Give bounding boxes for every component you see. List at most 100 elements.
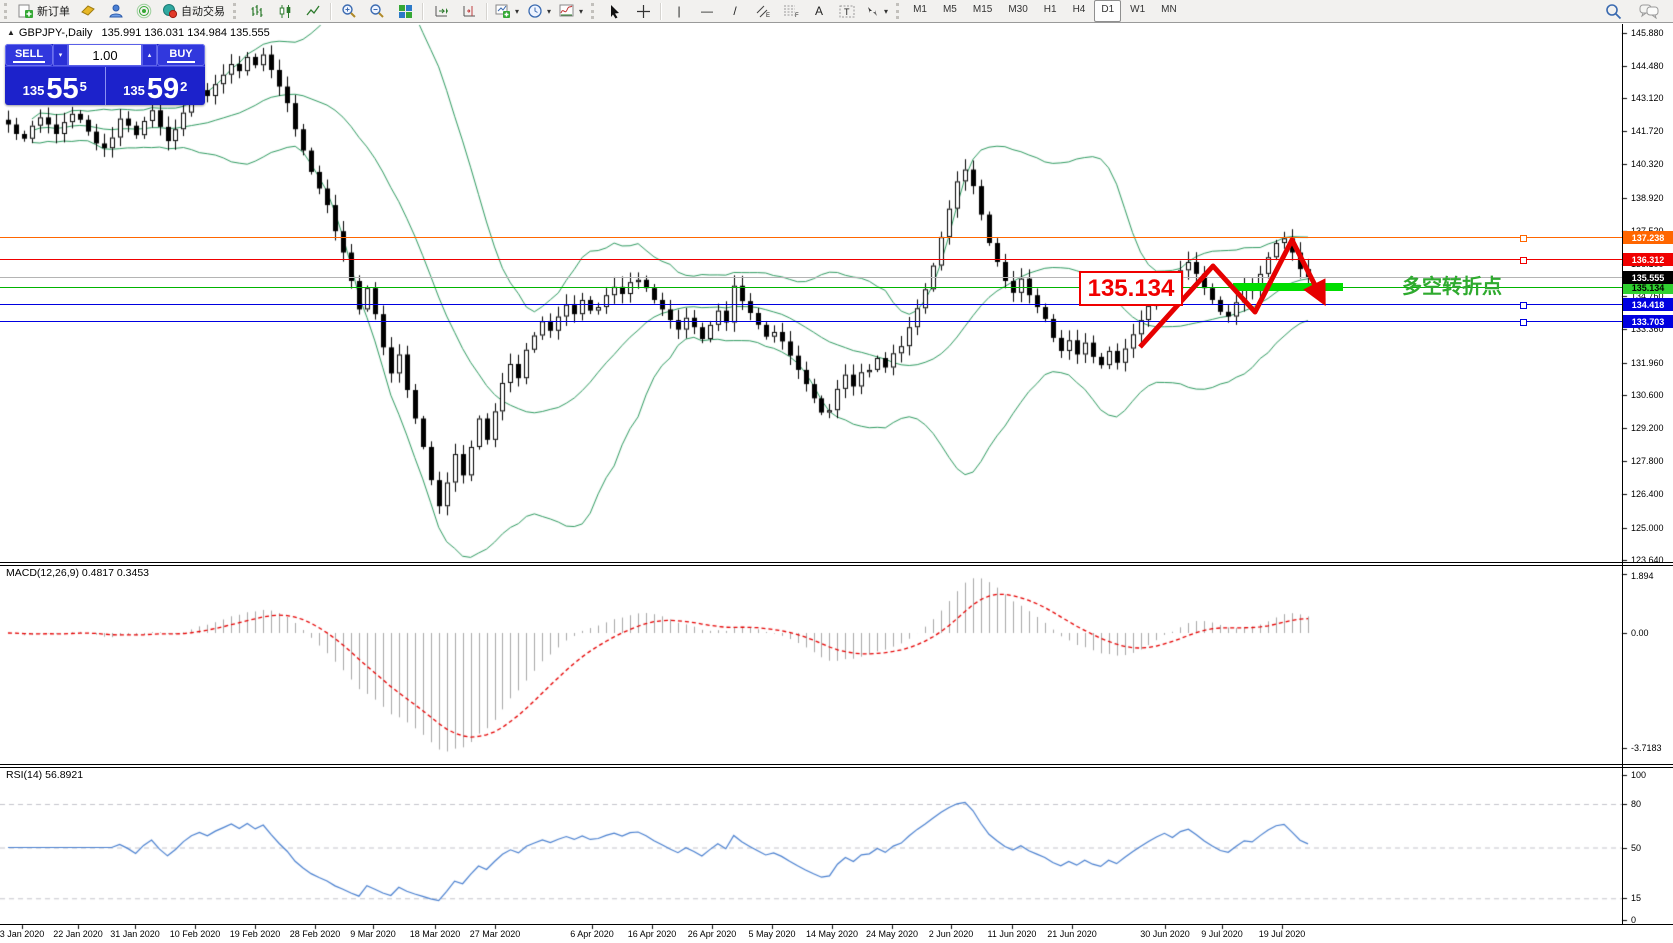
text-label-button[interactable]: T (833, 0, 861, 22)
horizontal-line-135.134[interactable] (0, 287, 1622, 288)
buy-button[interactable]: BUY (157, 44, 205, 66)
line-chart-button[interactable] (299, 0, 327, 22)
date-label: 9 Mar 2020 (350, 929, 396, 939)
volume-increase-button[interactable]: ▴ (142, 44, 157, 66)
timeframe-m1[interactable]: M1 (906, 0, 934, 22)
pane-separator[interactable] (0, 565, 1673, 566)
horizontal-line-icon: — (701, 4, 713, 18)
symbol-period-label: GBPJPY-,Daily (19, 27, 93, 39)
search-icon (1605, 3, 1622, 20)
price-tag-135.555: 135.555 (1623, 271, 1673, 284)
channel-button[interactable]: E (749, 0, 777, 22)
price-callout-box[interactable]: 135.134 (1079, 271, 1183, 306)
price-tick-label: 144.480 (1631, 61, 1664, 71)
line-chart-icon (306, 4, 321, 19)
chart-shift-icon (462, 4, 477, 19)
timeframe-m5[interactable]: M5 (936, 0, 964, 22)
date-label: 5 May 2020 (748, 929, 795, 939)
timeframe-w1[interactable]: W1 (1123, 0, 1152, 22)
autotrading-label: 自动交易 (181, 3, 225, 19)
favorites-button[interactable] (74, 0, 102, 22)
price-tag-134.418: 134.418 (1623, 298, 1673, 311)
bar-chart-button[interactable] (243, 0, 271, 22)
signals-icon (136, 3, 152, 19)
vertical-line-icon: | (677, 4, 680, 18)
horizontal-line-136.312[interactable] (0, 259, 1622, 260)
volume-input[interactable]: 1.00 (68, 44, 142, 66)
line-handle[interactable] (1520, 302, 1527, 309)
timeframe-m30[interactable]: M30 (1001, 0, 1034, 22)
buy-price[interactable]: 135592 (106, 67, 206, 105)
date-label: 26 Apr 2020 (688, 929, 737, 939)
search-button[interactable] (1599, 0, 1627, 22)
fibonacci-button[interactable]: F (777, 0, 805, 22)
horizontal-line-133.703[interactable] (0, 321, 1622, 322)
horizontal-line-button[interactable]: — (693, 0, 721, 22)
buy-label: BUY (167, 48, 194, 63)
toolbar-grip[interactable] (4, 3, 10, 19)
toolbar-grip[interactable] (233, 3, 239, 19)
rsi-tick-label: 15 (1631, 893, 1641, 903)
timeframe-h1[interactable]: H1 (1037, 0, 1064, 22)
auto-scroll-button[interactable] (427, 0, 455, 22)
arrows-button[interactable]: ▾ (861, 0, 892, 22)
autotrading-button[interactable]: 自动交易 (158, 0, 229, 22)
profile-icon (108, 3, 124, 19)
indicators-icon (559, 3, 575, 19)
toolbar-grip[interactable] (896, 3, 902, 19)
new-chart-icon (495, 3, 511, 19)
price-tick-label: 141.720 (1631, 126, 1664, 136)
volume-decrease-button[interactable]: ▾ (53, 44, 68, 66)
timeframe-d1[interactable]: D1 (1094, 0, 1121, 22)
timeframe-mn[interactable]: MN (1154, 0, 1184, 22)
cursor-button[interactable] (601, 0, 629, 22)
collapse-panel-icon[interactable]: ▲ (7, 28, 15, 37)
line-handle[interactable] (1520, 257, 1527, 264)
new-chart-button[interactable]: ▾ (491, 0, 523, 22)
price-tick-label: 145.880 (1631, 28, 1664, 38)
sell-price[interactable]: 135555 (5, 67, 106, 105)
chat-button[interactable] (1635, 0, 1663, 22)
pane-separator[interactable] (0, 767, 1673, 768)
zoom-out-button[interactable] (363, 0, 391, 22)
time-axis-border (0, 924, 1673, 925)
price-tick-label: 140.320 (1631, 159, 1664, 169)
zoom-out-icon (369, 3, 385, 19)
toolbar-grip[interactable] (591, 3, 597, 19)
turning-point-note[interactable]: 多空转折点 (1402, 270, 1502, 299)
text-button[interactable]: A (805, 0, 833, 22)
date-label: 21 Jun 2020 (1047, 929, 1097, 939)
date-label: 19 Jul 2020 (1259, 929, 1306, 939)
zoom-in-icon (341, 3, 357, 19)
horizontal-line-137.238[interactable] (0, 237, 1622, 238)
candlestick-button[interactable] (271, 0, 299, 22)
horizontal-line-134.418[interactable] (0, 304, 1622, 305)
new-order-button[interactable]: 新订单 (14, 0, 74, 22)
periods-button[interactable]: ▾ (523, 0, 555, 22)
signals-button[interactable] (130, 0, 158, 22)
pane-separator[interactable] (0, 764, 1673, 765)
price-tick-label: 123.640 (1631, 555, 1664, 565)
tile-windows-button[interactable] (391, 0, 419, 22)
price-chart-canvas[interactable] (0, 0, 1673, 943)
indicators-button[interactable]: ▾ (555, 0, 587, 22)
ohlc-close: 135.555 (230, 27, 270, 39)
price-tag-133.703: 133.703 (1623, 315, 1673, 328)
vertical-line-button[interactable]: | (665, 0, 693, 22)
timeframe-m15[interactable]: M15 (966, 0, 999, 22)
tile-windows-icon (398, 4, 413, 19)
pane-separator[interactable] (0, 562, 1673, 563)
macd-tick-label: 1.894 (1631, 571, 1654, 581)
trendline-button[interactable]: / (721, 0, 749, 22)
line-handle[interactable] (1520, 319, 1527, 326)
chart-shift-button[interactable] (455, 0, 483, 22)
date-label: 6 Apr 2020 (570, 929, 614, 939)
profile-button[interactable] (102, 0, 130, 22)
crosshair-button[interactable] (629, 0, 657, 22)
support-band-object[interactable] (1233, 283, 1343, 291)
zoom-in-button[interactable] (335, 0, 363, 22)
timeframe-h4[interactable]: H4 (1066, 0, 1093, 22)
chat-icon (1639, 3, 1659, 19)
sell-button[interactable]: SELL (5, 44, 53, 66)
line-handle[interactable] (1520, 235, 1527, 242)
